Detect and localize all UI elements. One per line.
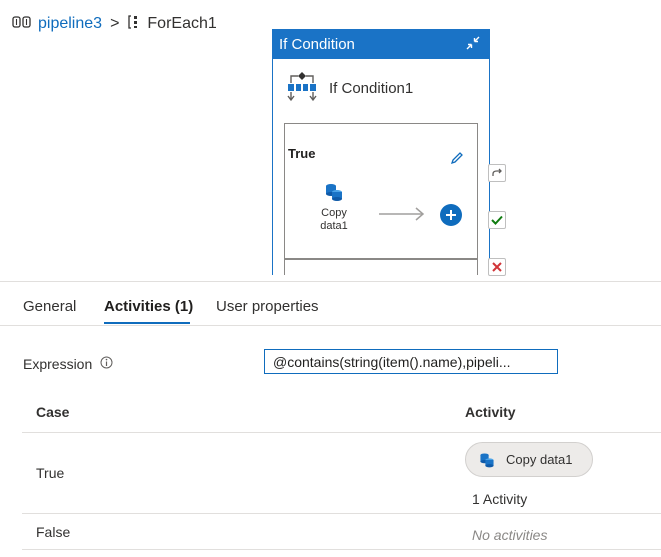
activity-count: 1 Activity bbox=[472, 491, 528, 507]
copy-data-icon bbox=[480, 452, 494, 467]
arrow-right-icon bbox=[377, 204, 427, 229]
table-row-divider bbox=[22, 549, 661, 550]
copy-node-label-line1: Copy bbox=[321, 207, 347, 219]
breadcrumb-separator: > bbox=[110, 15, 120, 32]
active-tab-indicator bbox=[104, 322, 190, 324]
collapse-icon[interactable] bbox=[463, 33, 483, 57]
no-activities-text: No activities bbox=[472, 527, 548, 543]
activity-pill-label: Copy data1 bbox=[506, 452, 573, 467]
failure-icon[interactable] bbox=[488, 258, 506, 276]
case-true-cell: True bbox=[36, 465, 65, 481]
tabs-divider bbox=[0, 325, 661, 326]
edit-pencil-icon[interactable] bbox=[449, 150, 465, 171]
if-condition-activity[interactable]: If Condition1 bbox=[273, 59, 489, 117]
expression-label-group: Expression bbox=[23, 356, 113, 372]
if-condition-header-title: If Condition bbox=[279, 36, 355, 53]
info-icon[interactable] bbox=[100, 356, 113, 372]
table-row-divider bbox=[22, 432, 661, 433]
copy-node-label-line2: data1 bbox=[320, 220, 348, 232]
expression-label: Expression bbox=[23, 356, 93, 372]
canvas-divider bbox=[0, 281, 661, 282]
skip-icon[interactable] bbox=[488, 164, 506, 182]
breadcrumb-current: ForEach1 bbox=[147, 15, 217, 32]
if-condition-name: If Condition1 bbox=[329, 79, 414, 97]
true-branch-box[interactable]: True Copy data1 bbox=[284, 123, 478, 259]
false-branch-box[interactable] bbox=[284, 259, 478, 275]
activity-column-header: Activity bbox=[465, 404, 516, 420]
case-column-header: Case bbox=[36, 404, 70, 420]
true-branch-label: True bbox=[288, 146, 316, 161]
copy-data-node[interactable]: Copy data1 bbox=[309, 181, 359, 233]
breadcrumb-pipeline-link[interactable]: pipeline3 bbox=[38, 15, 102, 33]
case-false-cell: False bbox=[36, 524, 71, 540]
tab-general[interactable]: General bbox=[23, 298, 76, 322]
copy-data-activity-pill[interactable]: Copy data1 bbox=[465, 442, 593, 477]
if-condition-header: If Condition bbox=[273, 30, 489, 59]
pipeline-icon bbox=[12, 15, 32, 34]
breadcrumb: pipeline3 > ForEach1 bbox=[12, 12, 217, 36]
tab-activities[interactable]: Activities (1) bbox=[104, 298, 193, 322]
plus-icon bbox=[446, 210, 456, 220]
if-condition-icon bbox=[285, 69, 319, 107]
expression-input[interactable]: @contains(string(item().name),pipeli... bbox=[264, 349, 558, 374]
tab-user-properties[interactable]: User properties bbox=[216, 298, 319, 322]
copy-data-icon bbox=[326, 184, 342, 201]
add-activity-button[interactable] bbox=[440, 204, 462, 226]
success-icon[interactable] bbox=[488, 211, 506, 229]
foreach-icon bbox=[127, 14, 141, 35]
if-condition-container[interactable]: If Condition If Condition1 True Copy dat… bbox=[272, 29, 490, 275]
table-row-divider bbox=[22, 513, 661, 514]
